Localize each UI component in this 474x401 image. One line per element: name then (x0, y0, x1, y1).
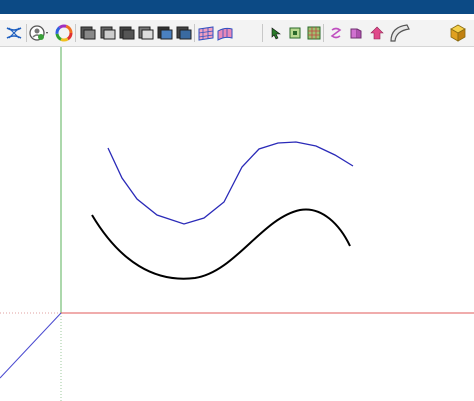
box-grid-icon[interactable] (304, 23, 324, 43)
view-cube-3-icon[interactable] (117, 23, 137, 43)
surface-mesh-icon[interactable] (196, 23, 216, 43)
extrude-icon[interactable] (346, 23, 366, 43)
view-cube-4-icon[interactable] (136, 23, 156, 43)
curved-shell-icon[interactable] (388, 23, 412, 43)
view-cube-5-icon[interactable] (155, 23, 175, 43)
title-bar (0, 0, 474, 14)
solid-cube-icon[interactable] (448, 23, 468, 43)
sweep-icon[interactable] (326, 23, 346, 43)
surface-uv-icon[interactable] (215, 23, 235, 43)
3d-viewport[interactable] (0, 47, 474, 401)
spline-curve[interactable] (91, 208, 351, 280)
select-point-icon[interactable] (266, 23, 286, 43)
user-settings-icon[interactable] (28, 23, 50, 43)
view-cube-2-icon[interactable] (98, 23, 118, 43)
main-toolbar (0, 20, 474, 47)
view-cube-1-icon[interactable] (78, 23, 98, 43)
blue-axis-line (0, 312, 62, 379)
blend-curves-icon[interactable] (4, 23, 24, 43)
home-arrow-icon[interactable] (367, 23, 387, 43)
viewport-canvas[interactable] (0, 47, 474, 401)
green-box-icon[interactable] (285, 23, 305, 43)
color-wheel-icon[interactable] (54, 23, 74, 43)
view-cube-6-icon[interactable] (174, 23, 194, 43)
